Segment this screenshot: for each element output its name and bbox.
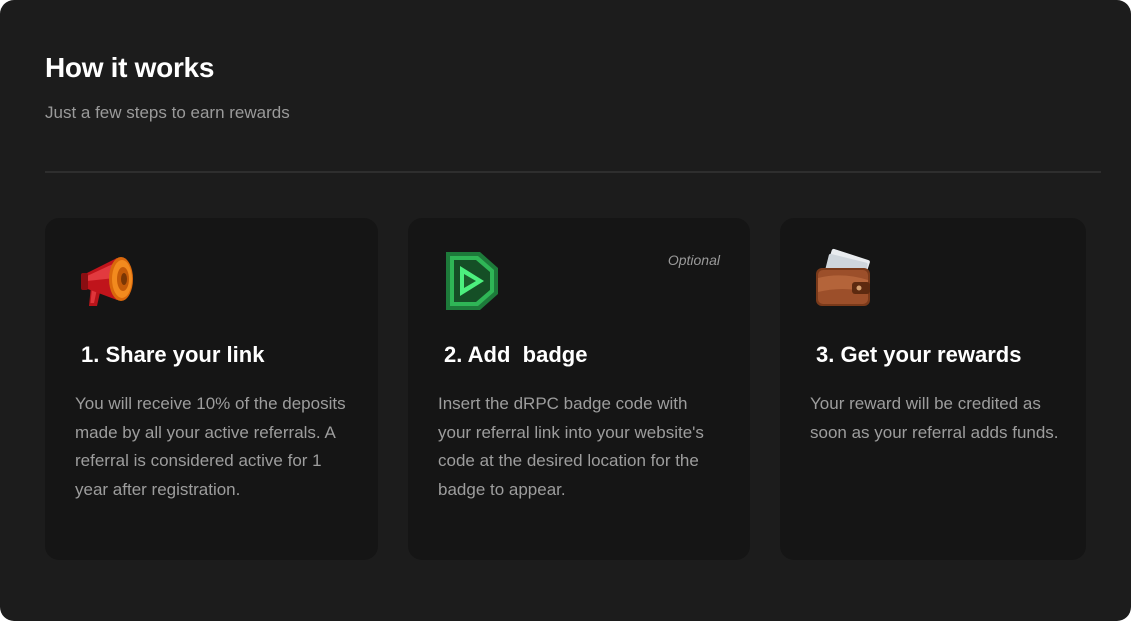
step-title: 2. Add badge — [444, 342, 588, 367]
wallet-icon — [812, 248, 874, 314]
step-title: 1. Share your link — [81, 342, 265, 367]
drpc-badge-icon — [440, 248, 502, 314]
optional-tag: Optional — [667, 252, 720, 268]
step-card-share-link: 1. Share your link You will receive 10% … — [45, 218, 378, 560]
step-card-add-badge: Optional 2. Add badge Insert the dRPC ba… — [408, 218, 750, 560]
section-divider — [45, 171, 1101, 173]
section-subtitle: Just a few steps to earn rewards — [45, 103, 290, 122]
step-title: 3. Get your rewards — [816, 342, 1022, 367]
section-title: How it works — [45, 52, 215, 83]
step-description: You will receive 10% of the deposits mad… — [75, 394, 346, 499]
how-it-works-panel: How it works Just a few steps to earn re… — [0, 0, 1131, 621]
step-description: Your reward will be credited as soon as … — [810, 394, 1059, 442]
step-card-get-rewards: 3. Get your rewards Your reward will be … — [780, 218, 1086, 560]
step-description: Insert the dRPC badge code with your ref… — [438, 394, 704, 499]
megaphone-icon — [77, 248, 139, 314]
